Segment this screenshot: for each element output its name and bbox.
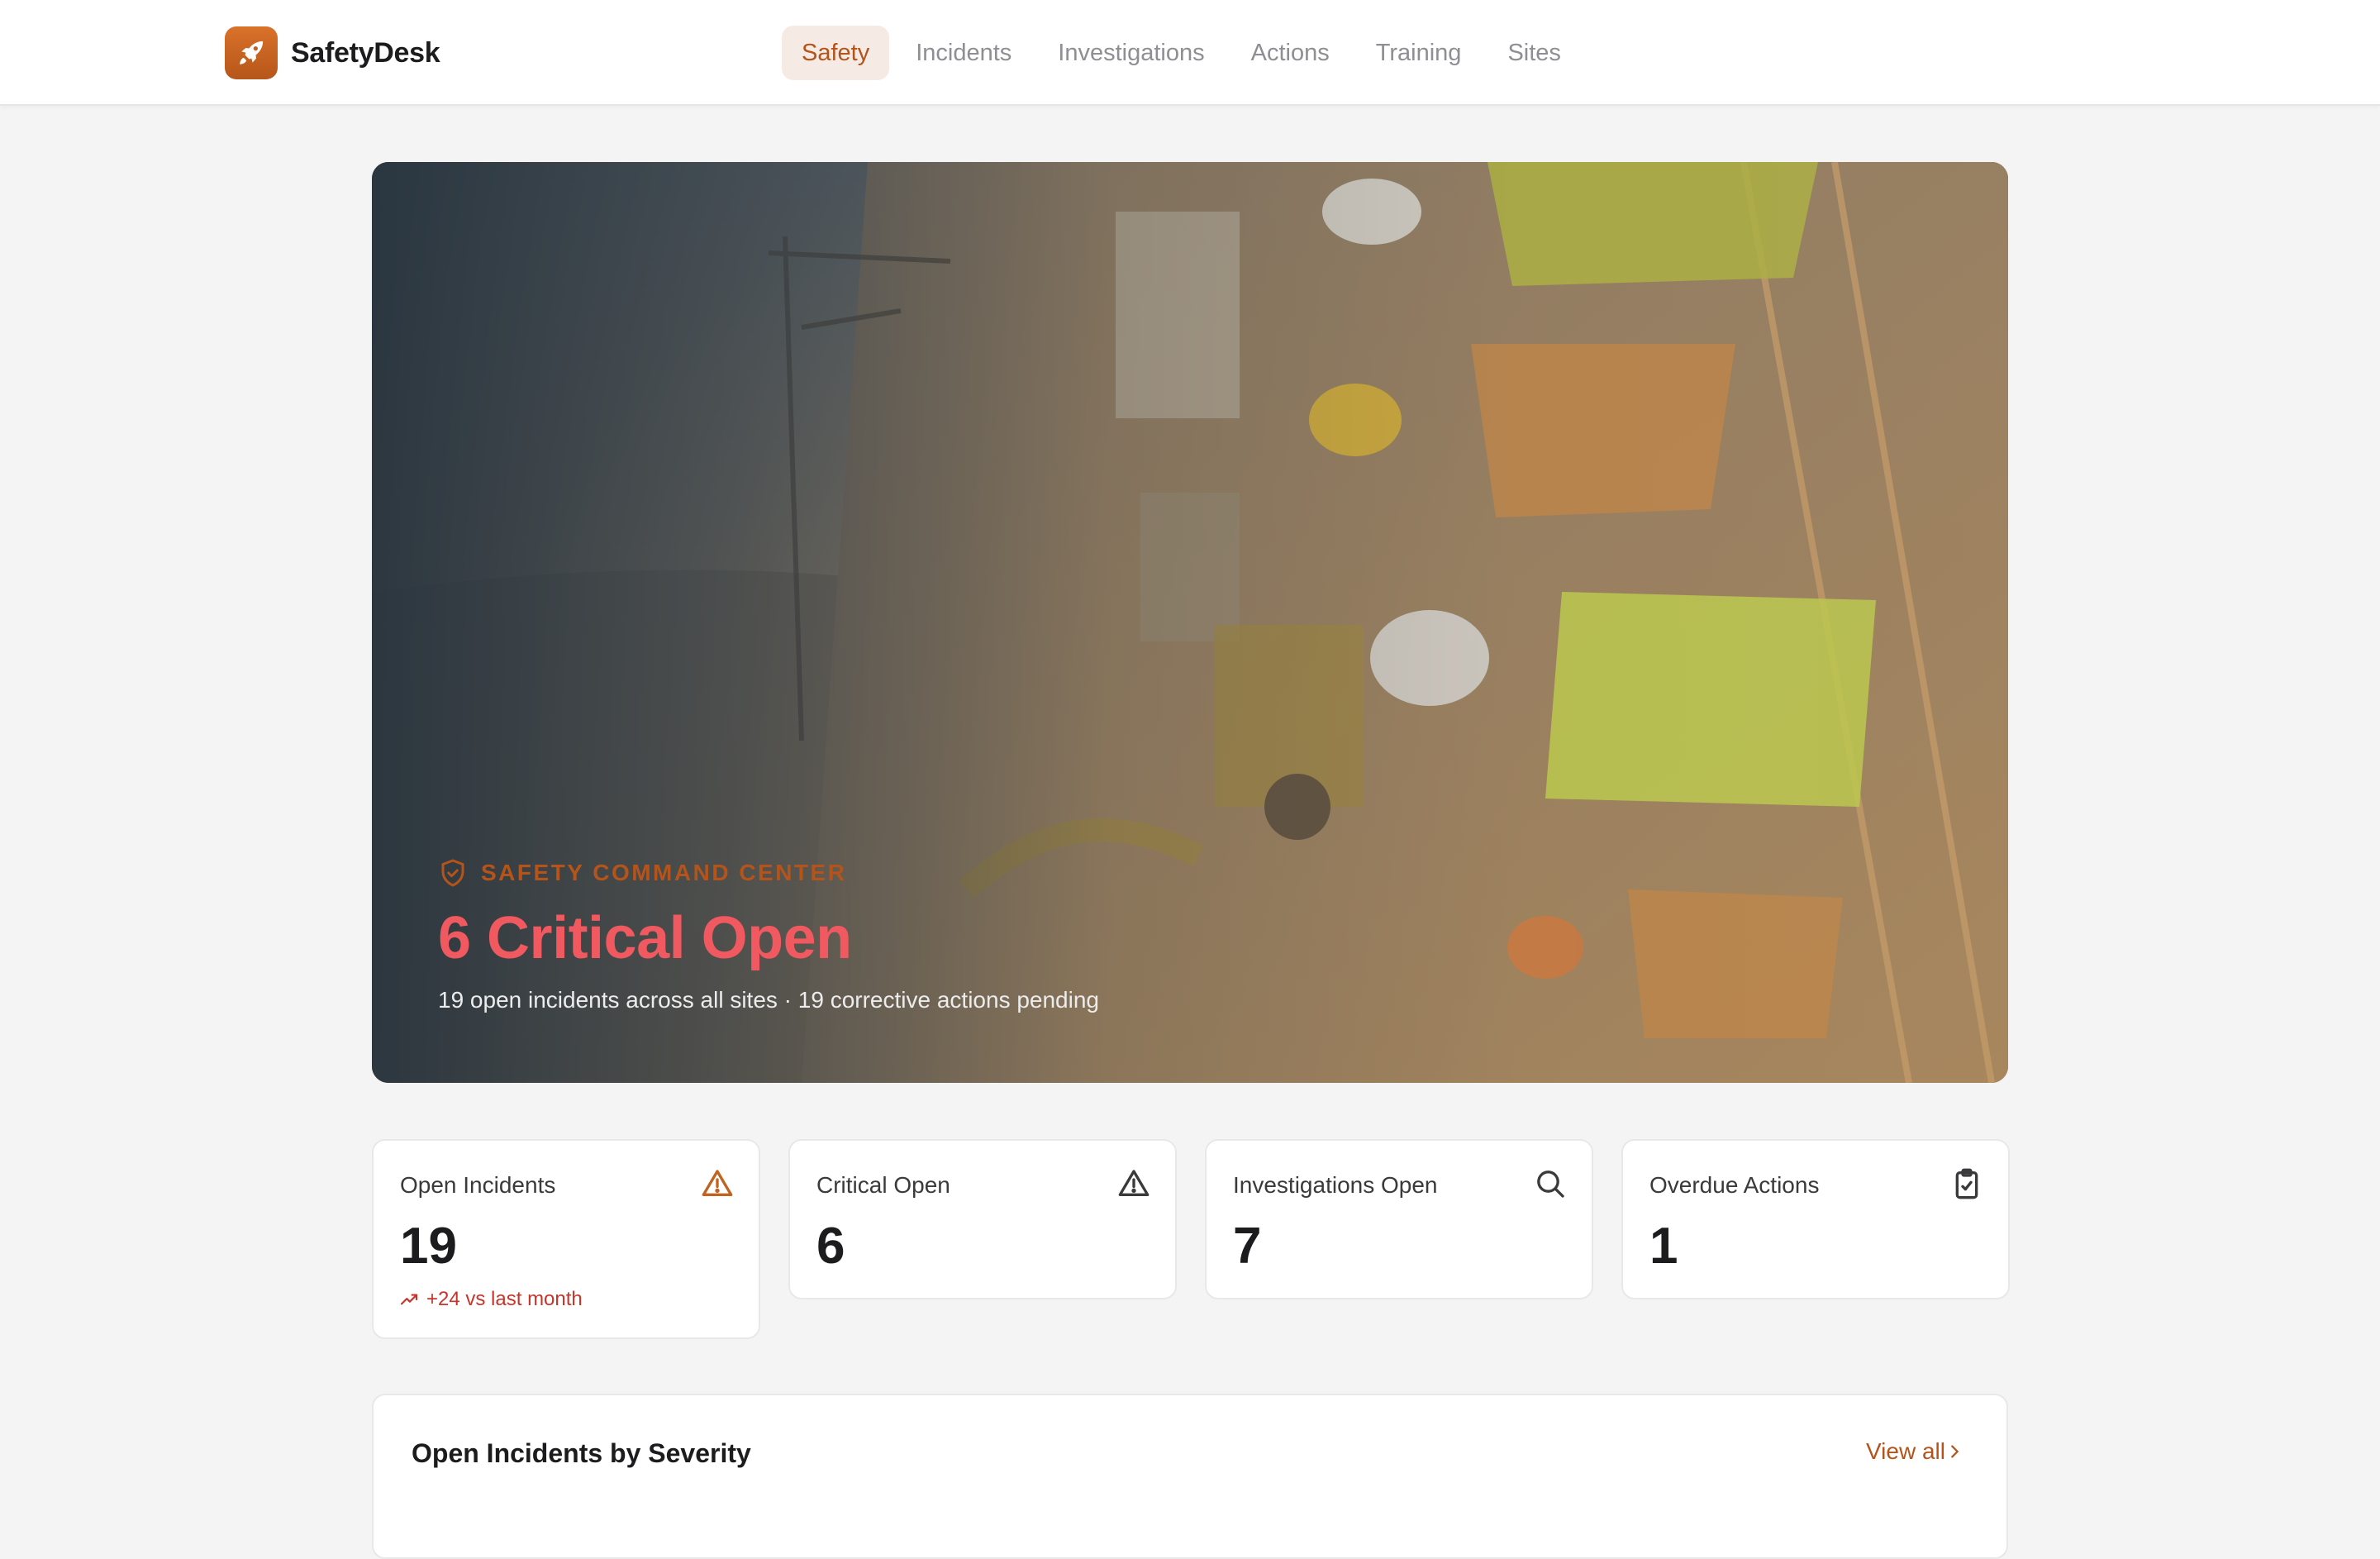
open-incidents-by-severity-panel: Open Incidents by Severity View all bbox=[372, 1394, 2008, 1559]
section-title: Open Incidents by Severity bbox=[412, 1438, 751, 1468]
stat-label: Open Incidents bbox=[400, 1172, 556, 1198]
nav-item-investigations[interactable]: Investigations bbox=[1038, 26, 1224, 80]
clipboard-check-icon bbox=[1955, 1168, 1978, 1199]
nav-item-actions[interactable]: Actions bbox=[1231, 26, 1349, 80]
alert-triangle-icon bbox=[702, 1170, 733, 1196]
hero-title: 6 Critical Open bbox=[438, 905, 852, 971]
search-icon bbox=[1537, 1170, 1564, 1198]
nav-item-incidents[interactable]: Incidents bbox=[896, 26, 1031, 80]
stat-value: 1 bbox=[1649, 1218, 1678, 1275]
main-nav: Safety Incidents Investigations Actions … bbox=[782, 26, 1587, 80]
nav-item-safety[interactable]: Safety bbox=[782, 26, 890, 80]
shield-icon bbox=[441, 859, 464, 887]
stat-card-critical-open[interactable]: Critical Open 6 bbox=[788, 1139, 1177, 1299]
stat-value: 19 bbox=[400, 1218, 457, 1275]
trend-up-icon bbox=[400, 1294, 418, 1305]
stat-label: Critical Open bbox=[816, 1172, 950, 1198]
top-navigation-bar: SafetyDesk Safety Incidents Investigatio… bbox=[0, 0, 2380, 106]
stat-label: Overdue Actions bbox=[1649, 1172, 1820, 1198]
chevron-right-icon bbox=[1951, 1445, 1959, 1458]
stat-label: Investigations Open bbox=[1233, 1172, 1438, 1198]
hero-kicker-label: SAFETY COMMAND CENTER bbox=[481, 860, 847, 885]
view-all-link[interactable]: View all bbox=[1866, 1438, 1963, 1465]
hero-kicker: SAFETY COMMAND CENTER bbox=[438, 856, 846, 889]
stat-trend: +24 vs last month bbox=[400, 1288, 583, 1311]
nav-item-training[interactable]: Training bbox=[1356, 26, 1482, 80]
stat-value: 7 bbox=[1233, 1218, 1262, 1275]
hero-subtitle: 19 open incidents across all sites · 19 … bbox=[438, 987, 1099, 1013]
stat-value: 6 bbox=[816, 1218, 845, 1275]
stat-card-investigations-open[interactable]: Investigations Open 7 bbox=[1205, 1139, 1593, 1299]
view-all-label: View all bbox=[1866, 1438, 1945, 1464]
app-name: SafetyDesk bbox=[291, 36, 440, 69]
stat-card-open-incidents[interactable]: Open Incidents 19 +24 vs last month bbox=[372, 1139, 760, 1339]
stat-trend-text: +24 vs last month bbox=[426, 1288, 583, 1310]
nav-item-sites[interactable]: Sites bbox=[1488, 26, 1580, 80]
alert-triangle-icon bbox=[1118, 1170, 1150, 1196]
rocket-icon bbox=[225, 26, 278, 79]
brand[interactable]: SafetyDesk bbox=[225, 26, 440, 80]
stat-card-overdue-actions[interactable]: Overdue Actions 1 bbox=[1621, 1139, 2010, 1299]
